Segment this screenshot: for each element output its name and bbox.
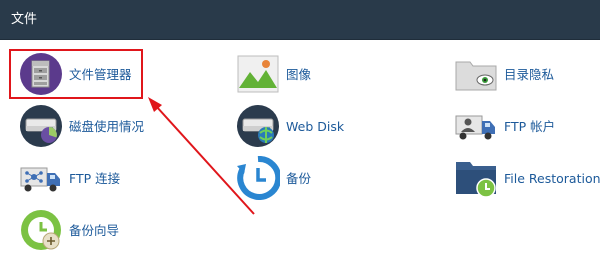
panel-header: 文件 [0,0,600,40]
backup-wizard-icon [19,208,63,252]
images-label: 图像 [286,67,312,82]
folder-eye-icon [454,52,498,96]
backup-label: 备份 [286,171,312,186]
web-disk-label: Web Disk [286,119,345,134]
backup-wizard-link[interactable]: 备份向导 [19,208,189,256]
ftp-connections-label: FTP 连接 [69,171,121,186]
images-link[interactable]: 图像 [236,52,406,100]
disk-usage-link[interactable]: 磁盘使用情况 [19,104,189,152]
folder-restore-icon [454,156,498,200]
backup-link[interactable]: 备份 [236,156,406,204]
disk-pie-icon [19,104,63,148]
disk-usage-label: 磁盘使用情况 [69,119,145,134]
ftp-accounts-link[interactable]: FTP 帐户 [454,104,594,152]
disk-globe-icon [236,104,280,148]
highlight-box [9,49,143,99]
ftp-connections-link[interactable]: FTP 连接 [19,156,189,204]
panel-title: 文件 [11,12,38,27]
file-restoration-link[interactable]: File Restoration [454,156,600,204]
directory-privacy-link[interactable]: 目录隐私 [454,52,594,100]
file-restoration-label: File Restoration [504,171,600,186]
image-landscape-icon [236,52,280,96]
backup-clock-icon [236,156,280,200]
web-disk-link[interactable]: Web Disk [236,104,406,152]
ftp-truck-user-icon [454,104,498,148]
backup-wizard-label: 备份向导 [69,223,120,238]
directory-privacy-label: 目录隐私 [504,67,555,82]
ftp-accounts-label: FTP 帐户 [504,119,556,134]
panel-body: 文件管理器 磁盘使用情况 FTP 连接 备份向导 图像 Web Disk 备份 … [0,40,600,257]
ftp-truck-network-icon [19,156,63,200]
